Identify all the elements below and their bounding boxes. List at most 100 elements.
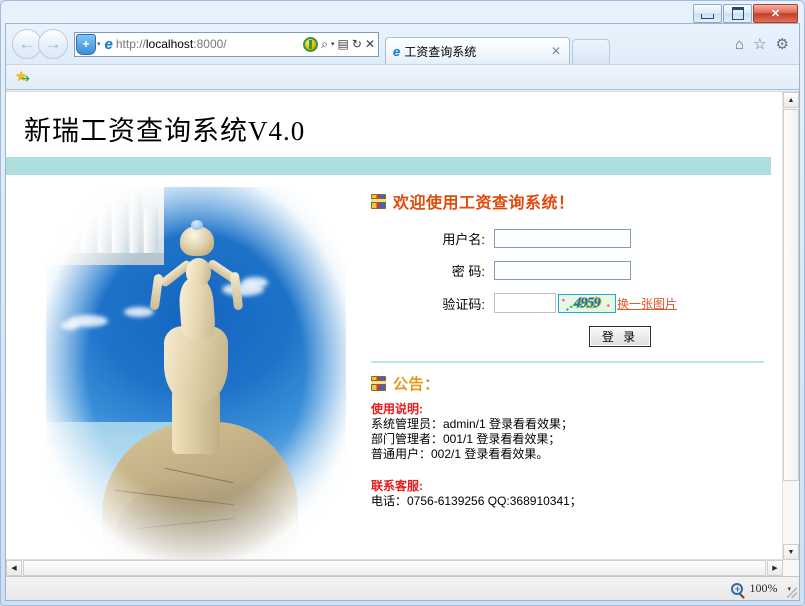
building [130, 193, 142, 253]
cloud-icon [124, 307, 154, 317]
building [66, 187, 79, 253]
search-dropdown-icon[interactable]: ▾ [331, 41, 335, 48]
usage-line: 系统管理员：admin/1 登录看看效果； [371, 417, 574, 431]
scroll-right-button[interactable]: ▶ [767, 560, 783, 576]
navigation-bar: ← → + ▾ e http://localhost:8000/ ⌕ ▾ ▤ ↻… [6, 24, 799, 64]
city-skyline [46, 187, 164, 265]
gift-icon [371, 376, 386, 391]
favorites-star-icon[interactable]: ☆ [753, 35, 766, 53]
page-viewport: 新瑞工资查询系统V4.0 欢迎使用工资查询系统！ 用户名: 密 码: 验证码: … [6, 91, 799, 576]
password-row: 密 码: [362, 261, 780, 280]
search-provider-icon[interactable] [303, 36, 319, 52]
scrollbar-corner [783, 560, 799, 576]
login-form: 用户名: 密 码: 验证码: 4959 换一张图片 登 录 [362, 213, 780, 347]
building [48, 191, 64, 253]
login-button-row: 登 录 [362, 326, 780, 347]
notice-title: 公告： [393, 377, 440, 393]
cloud-icon [242, 277, 268, 288]
address-bar-icons: ⌕ ▾ ▤ ↻ ✕ [303, 36, 378, 52]
statue-pearl-highlight [191, 220, 203, 230]
scroll-left-button[interactable]: ◀ [6, 560, 22, 576]
scroll-down-button[interactable]: ▼ [783, 544, 799, 560]
contact-heading: 联系客服: [371, 479, 423, 493]
welcome-text: 欢迎使用工资查询系统！ [393, 195, 575, 212]
usage-line: 部门管理者：001/1 登录看看效果； [371, 432, 561, 446]
url-port: :8000/ [193, 37, 227, 51]
vertical-scrollbar[interactable]: ▲ ▼ [782, 92, 799, 560]
usage-line: 普通用户：002/1 登录看看效果。 [371, 447, 549, 461]
tab-title: 工资查询系统 [404, 44, 477, 59]
maximize-button[interactable] [723, 4, 752, 23]
notice-section: 公告： 使用说明: 系统管理员：admin/1 登录看看效果； 部门管理者：00… [362, 363, 780, 509]
building [144, 209, 158, 253]
compatibility-view-icon[interactable]: ▤ [338, 38, 349, 50]
minimize-button[interactable] [693, 4, 722, 23]
zoom-level: 100% [749, 581, 778, 595]
url-scheme: http:// [115, 37, 146, 51]
building [98, 187, 110, 253]
stop-icon[interactable]: ✕ [365, 38, 375, 50]
zoom-magnifier-icon[interactable]: + [731, 582, 744, 595]
browser-window: ✕ ← → + ▾ e http://localhost:8000/ ⌕ ▾ ▤… [0, 0, 805, 606]
address-input[interactable]: http://localhost:8000/ [116, 37, 227, 51]
search-icon[interactable]: ⌕ [321, 38, 328, 50]
building [112, 203, 128, 253]
page-content: 欢迎使用工资查询系统！ 用户名: 密 码: 验证码: 4959 换一张图片 登 … [6, 175, 780, 560]
password-label: 密 码: [451, 264, 485, 279]
home-icon[interactable]: ⌂ [735, 36, 744, 53]
close-button[interactable]: ✕ [753, 4, 798, 23]
gift-icon [371, 193, 386, 209]
command-bar-icons: ⌂ ☆ ⚙ [735, 35, 799, 54]
captcha-image[interactable]: 4959 [558, 293, 616, 313]
window-controls: ✕ [693, 4, 798, 23]
horizontal-scroll-thumb[interactable] [23, 560, 766, 576]
back-arrow-icon: ← [18, 34, 36, 53]
username-label: 用户名: [442, 232, 485, 247]
favorites-bar: ★ ➜ [6, 64, 799, 90]
header-accent-bar [6, 157, 771, 175]
web-page: 新瑞工资查询系统V4.0 欢迎使用工资查询系统！ 用户名: 密 码: 验证码: … [6, 92, 780, 560]
add-to-favorites-icon[interactable]: ★ ➜ [15, 69, 31, 85]
security-shield-icon: + [76, 33, 96, 55]
tools-gear-icon[interactable]: ⚙ [776, 35, 789, 53]
url-host: localhost [145, 37, 194, 51]
statue-pearl [180, 226, 214, 256]
fisher-girl-photo [46, 187, 346, 560]
captcha-input[interactable] [494, 293, 556, 313]
forward-arrow-icon: → [44, 34, 62, 53]
contact-line: 电话：0756-6139256 QQ:368910341； [371, 494, 582, 508]
welcome-banner: 欢迎使用工资查询系统！ [362, 175, 780, 213]
vertical-scroll-thumb[interactable] [783, 109, 799, 481]
username-row: 用户名: [362, 229, 780, 248]
new-tab-button[interactable] [572, 39, 610, 64]
refresh-icon[interactable]: ↻ [352, 38, 362, 50]
close-icon: ✕ [770, 8, 781, 20]
statue-head [186, 258, 211, 286]
minimize-icon [701, 13, 714, 19]
browser-chrome: ← → + ▾ e http://localhost:8000/ ⌕ ▾ ▤ ↻… [5, 23, 800, 601]
tab-strip: e 工资查询系统 ✕ [385, 24, 610, 64]
tab-close-icon[interactable]: ✕ [548, 44, 564, 58]
shield-dropdown-icon[interactable]: ▾ [97, 40, 101, 48]
refresh-captcha-link[interactable]: 换一张图片 [617, 295, 677, 312]
captcha-label: 验证码: [442, 296, 485, 312]
scroll-up-button[interactable]: ▲ [783, 92, 799, 108]
address-bar[interactable]: + ▾ e http://localhost:8000/ ⌕ ▾ ▤ ↻ ✕ [74, 31, 379, 57]
forward-button[interactable]: → [38, 29, 68, 59]
login-button[interactable]: 登 录 [589, 326, 651, 347]
internet-explorer-icon: e [104, 35, 113, 53]
notice-header: 公告： [371, 373, 780, 394]
resize-grip[interactable] [787, 588, 797, 598]
password-input[interactable] [494, 261, 631, 280]
usage-heading: 使用说明: [371, 402, 423, 416]
captcha-row: 验证码: 4959 换一张图片 [362, 293, 780, 313]
tab-favicon-icon: e [393, 43, 401, 59]
right-column: 欢迎使用工资查询系统！ 用户名: 密 码: 验证码: 4959 换一张图片 登 … [356, 175, 780, 560]
browser-tab[interactable]: e 工资查询系统 ✕ [385, 37, 570, 64]
username-input[interactable] [494, 229, 631, 248]
status-bar: + 100% ▾ [6, 576, 799, 600]
maximize-icon [731, 7, 744, 20]
horizontal-scrollbar[interactable]: ◀ ▶ [6, 559, 783, 576]
